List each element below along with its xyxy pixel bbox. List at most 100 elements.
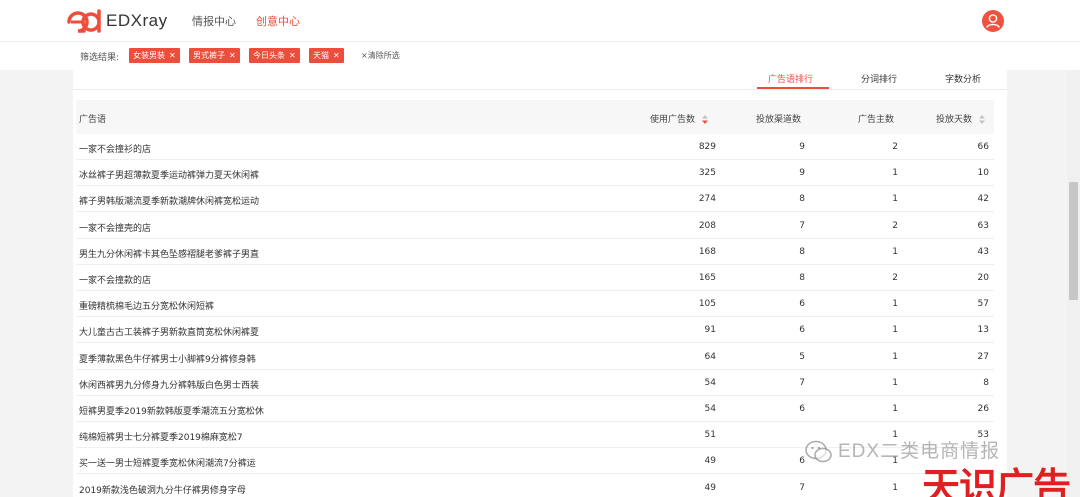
column-header-ad-count[interactable]: 使用广告数 <box>650 112 708 125</box>
cell-advertiser-count: 1 <box>892 351 898 362</box>
cell-advertiser-count: 2 <box>892 142 898 152</box>
user-avatar-icon <box>986 14 1000 28</box>
top-navigation-bar: EDXray 情报中心 创意中心 <box>0 0 1080 42</box>
table-row[interactable]: 一家不会撞款的店 165 8 2 20 <box>76 265 994 291</box>
sort-icon[interactable] <box>701 115 708 124</box>
column-header-label: 投放天数 <box>936 115 973 125</box>
page-scrollbar[interactable] <box>1067 70 1080 497</box>
filter-chip-label: 男式裤子 <box>193 51 225 60</box>
cell-slogan: 短裤男夏季2019新款韩版夏季潮流五分宽松休 <box>79 407 264 417</box>
cell-advertiser-count: 1 <box>892 299 898 310</box>
filter-label: 筛选结果: <box>80 53 120 63</box>
table-row[interactable]: 大儿童古古工装裤子男新款直筒宽松休闲裤夏 91 6 1 13 <box>76 317 994 344</box>
cell-channel-count: 7 <box>799 377 805 388</box>
table-row[interactable]: 短裤男夏季2019新款韩版夏季潮流五分宽松休 54 6 1 26 <box>76 396 994 422</box>
close-icon[interactable]: ✕ <box>333 51 340 60</box>
cell-ad-count: 165 <box>698 273 716 283</box>
table-row[interactable]: 一家不会撞壳的店 208 7 2 63 <box>76 213 994 239</box>
cell-days: 10 <box>977 168 989 179</box>
edx-logo-icon <box>67 9 101 33</box>
watermark-brand: 天识广告 <box>922 465 1071 497</box>
cell-slogan: 一家不会撞款的店 <box>79 276 152 286</box>
cell-slogan: 一家不会撞衫的店 <box>79 145 152 155</box>
cell-advertiser-count: 1 <box>892 404 898 414</box>
filter-chip-label: 天猫 <box>313 51 329 60</box>
table-header: 广告语 使用广告数 投放渠道数 广告主数 投放天数 <box>76 100 994 134</box>
main-panel: 广告语排行 分词排行 字数分析 广告语 使用广告数 投放渠道数 广告主数 投放天… <box>73 70 1007 497</box>
table-row[interactable]: 休闲西裤男九分修身九分裤韩版白色男士西装 54 7 1 8 <box>76 370 994 396</box>
sort-icon[interactable] <box>978 115 985 124</box>
close-icon[interactable]: ✕ <box>289 51 296 60</box>
cell-slogan: 裤子男韩版潮流夏季新款潮牌休闲裤宽松运动 <box>79 197 260 208</box>
column-header-days[interactable]: 投放天数 <box>936 112 985 125</box>
cell-ad-count: 91 <box>704 325 716 336</box>
user-avatar[interactable] <box>982 10 1004 32</box>
tab-divider <box>73 89 1007 90</box>
table-row[interactable]: 裤子男韩版潮流夏季新款潮牌休闲裤宽松运动 274 8 1 42 <box>76 186 994 213</box>
cell-channel-count: 5 <box>799 351 805 362</box>
filter-chip[interactable]: 今日头条 ✕ <box>249 48 300 63</box>
cell-advertiser-count: 2 <box>892 273 898 283</box>
cell-slogan: 男生九分休闲裤卡其色坠感褶腿老爹裤子男直 <box>79 249 260 260</box>
cell-ad-count: 54 <box>704 404 716 414</box>
cell-days: 8 <box>983 377 989 388</box>
scrollbar-thumb[interactable] <box>1069 182 1078 300</box>
cell-channel-count: 8 <box>799 273 805 283</box>
cell-channel-count: 6 <box>799 404 805 414</box>
nav-item-intel-center[interactable]: 情报中心 <box>192 13 236 29</box>
cell-slogan: 大儿童古古工装裤子男新款直筒宽松休闲裤夏 <box>79 328 260 339</box>
cell-channel-count: 6 <box>799 456 805 467</box>
filter-chip[interactable]: 女装男装 ✕ <box>129 48 180 63</box>
cell-channel-count: 7 <box>799 220 805 231</box>
filter-chip-label: 女装男装 <box>133 51 165 60</box>
filter-chip-label: 今日头条 <box>253 51 285 60</box>
table-row[interactable]: 重磅精梳棉毛边五分宽松休闲短裤 105 6 1 57 <box>76 291 994 318</box>
close-icon: × <box>361 51 368 60</box>
clear-all-button[interactable]: ×清除所选 <box>361 50 400 61</box>
tab-length-analysis[interactable]: 字数分析 <box>945 72 981 85</box>
cell-channel-count: 9 <box>799 168 805 179</box>
cell-advertiser-count: 1 <box>892 325 898 336</box>
cell-advertiser-count: 2 <box>892 220 898 231</box>
cell-ad-count: 274 <box>698 194 716 205</box>
close-icon[interactable]: ✕ <box>169 51 176 60</box>
cell-slogan: 纯棉短裤男士七分裤夏季2019棉麻宽松7 <box>79 433 243 444</box>
cell-days: 20 <box>977 273 989 283</box>
tab-slogan-ranking[interactable]: 广告语排行 <box>768 72 813 85</box>
cell-days: 26 <box>977 404 989 414</box>
cell-channel-count: 8 <box>799 194 805 205</box>
cell-ad-count: 64 <box>704 351 716 362</box>
tab-word-ranking[interactable]: 分词排行 <box>861 72 897 85</box>
cell-ad-count: 54 <box>704 377 716 388</box>
close-icon[interactable]: ✕ <box>229 51 236 60</box>
cell-ad-count: 49 <box>704 482 716 493</box>
cell-slogan: 夏季薄款黑色牛仔裤男士小脚裤9分裤修身韩 <box>79 354 256 365</box>
cell-slogan: 2019新款浅色破洞九分牛仔裤男修身字母 <box>79 485 246 496</box>
cell-channel-count: 9 <box>799 142 805 152</box>
cell-slogan: 买一送一男士短裤夏季宽松休闲潮流7分裤运 <box>79 459 256 470</box>
table-row[interactable]: 冰丝裤子男超薄款夏季运动裤弹力夏天休闲裤 325 9 1 10 <box>76 160 994 187</box>
cell-slogan: 冰丝裤子男超薄款夏季运动裤弹力夏天休闲裤 <box>79 171 260 182</box>
column-header-advertiser-count: 广告主数 <box>858 115 895 125</box>
filter-chip[interactable]: 男式裤子 ✕ <box>189 48 240 63</box>
table-row[interactable]: 夏季薄款黑色牛仔裤男士小脚裤9分裤修身韩 64 5 1 27 <box>76 344 994 370</box>
cell-days: 63 <box>977 220 989 231</box>
cell-advertiser-count: 1 <box>892 194 898 205</box>
cell-channel-count: 7 <box>799 482 805 493</box>
cell-advertiser-count: 1 <box>892 377 898 388</box>
nav-item-creative-center[interactable]: 创意中心 <box>256 13 300 29</box>
cell-channel-count: 6 <box>799 299 805 310</box>
cell-slogan: 休闲西裤男九分修身九分裤韩版白色男士西装 <box>79 380 260 391</box>
cell-advertiser-count: 1 <box>892 168 898 179</box>
filter-bar: 筛选结果: 女装男装 ✕ 男式裤子 ✕ 今日头条 ✕ 天猫 ✕ ×清除所选 <box>0 42 1080 70</box>
cell-days: 66 <box>977 142 989 152</box>
table-row[interactable]: 男生九分休闲裤卡其色坠感褶腿老爹裤子男直 168 8 1 43 <box>76 239 994 265</box>
app-logo[interactable]: EDXray <box>66 9 168 33</box>
filter-chip[interactable]: 天猫 ✕ <box>309 48 344 63</box>
cell-days: 57 <box>977 299 989 310</box>
cell-ad-count: 325 <box>698 168 716 179</box>
cell-ad-count: 105 <box>698 299 716 310</box>
cell-days: 13 <box>977 325 989 336</box>
app-logo-text: EDXray <box>106 11 168 30</box>
table-row[interactable]: 一家不会撞衫的店 829 9 2 66 <box>76 134 994 160</box>
